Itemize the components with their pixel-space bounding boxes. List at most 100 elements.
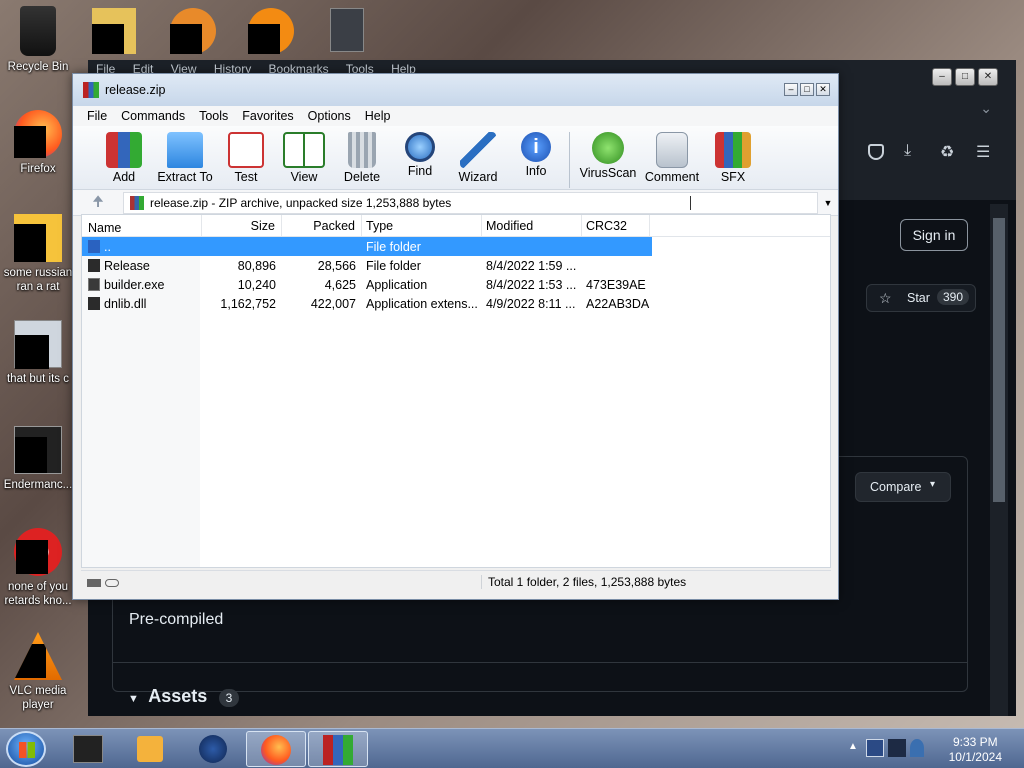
menu-commands[interactable]: Commands	[121, 109, 185, 123]
triangle-down-icon: ▼	[128, 693, 139, 705]
taskbar-winrar[interactable]	[308, 731, 368, 767]
maximize-icon[interactable]: □	[800, 83, 814, 96]
add-button[interactable]: Add	[95, 132, 153, 189]
column-crc32[interactable]: CRC32	[582, 215, 650, 236]
table-row[interactable]: Release 80,896 28,566 File folder 8/4/20…	[82, 256, 830, 275]
taskbar-media-player[interactable]	[120, 731, 180, 767]
column-name[interactable]: Name	[82, 215, 202, 236]
desktop-icon-folder[interactable]	[92, 8, 136, 54]
column-size[interactable]: Size	[202, 215, 282, 236]
scrollbar[interactable]	[990, 204, 1008, 716]
virusscan-button[interactable]: VirusScan	[576, 132, 640, 189]
column-packed[interactable]: Packed	[282, 215, 362, 236]
menu-favorites[interactable]: Favorites	[242, 109, 293, 123]
hamburger-menu-icon[interactable]: ☰	[976, 142, 990, 162]
star-label: Star	[907, 291, 930, 305]
file-type: Application	[366, 277, 428, 292]
test-button[interactable]: Test	[217, 132, 275, 189]
file-stack-icon	[14, 320, 62, 369]
desktop-icon-label: some russian ran a rat	[3, 267, 73, 293]
up-arrow-icon[interactable]: 🠉	[73, 191, 123, 215]
menu-options[interactable]: Options	[308, 109, 351, 123]
column-modified[interactable]: Modified	[482, 215, 582, 236]
menu-file[interactable]: File	[87, 109, 107, 123]
tool-label: VirusScan	[579, 166, 637, 180]
network-icon[interactable]	[866, 739, 884, 757]
minimize-icon[interactable]: –	[784, 83, 798, 96]
table-row[interactable]: builder.exe 10,240 4,625 Application 8/4…	[82, 275, 830, 294]
desktop-icon-recycle-bin[interactable]: Recycle Bin	[0, 6, 76, 74]
taskbar-explorer[interactable]	[58, 731, 118, 767]
checklist-icon	[228, 132, 264, 168]
minimize-icon[interactable]: –	[932, 68, 952, 86]
maximize-icon[interactable]: □	[955, 68, 975, 86]
wizard-button[interactable]: Wizard	[449, 132, 507, 189]
delete-button[interactable]: Delete	[333, 132, 391, 189]
file-type: Application extens...	[366, 296, 478, 311]
taskbar-firefox[interactable]	[246, 731, 306, 767]
tray-expand-icon[interactable]: ▲	[848, 741, 858, 752]
table-row[interactable]: dnlib.dll 1,162,752 422,007 Application …	[82, 294, 830, 313]
windows-logo-icon	[19, 742, 35, 758]
desktop-icon-document[interactable]	[330, 8, 364, 52]
desktop-icon-that-but[interactable]: that but its c	[0, 320, 76, 386]
file-icon	[14, 214, 62, 262]
download-icon[interactable]: ⤓	[904, 142, 911, 160]
star-button[interactable]: ☆ Star 390	[866, 284, 976, 312]
close-icon[interactable]: ✕	[978, 68, 998, 86]
taskbar: ▲ 9:33 PM 10/1/2024	[0, 728, 1024, 768]
virus-icon	[592, 132, 624, 164]
taskbar-ie[interactable]	[183, 731, 243, 767]
file-name: ..	[104, 239, 111, 254]
desktop-icon-media[interactable]	[248, 8, 294, 54]
sfx-button[interactable]: SFX	[704, 132, 762, 189]
close-icon[interactable]: ✕	[816, 83, 830, 96]
find-button[interactable]: Find	[391, 132, 449, 189]
file-modified: 4/9/2022 8:11 ...	[486, 296, 576, 311]
menu-help[interactable]: Help	[365, 109, 391, 123]
star-icon: ☆	[879, 290, 892, 306]
comment-button[interactable]: Comment	[640, 132, 704, 189]
drive-icon[interactable]	[87, 578, 101, 587]
extract-to-button[interactable]: Extract To	[153, 132, 217, 189]
extensions-icon[interactable]: ♻	[940, 142, 954, 162]
menu-tools[interactable]: Tools	[199, 109, 228, 123]
star-count: 390	[937, 289, 970, 305]
desktop-icon-label: VLC media player	[9, 685, 67, 711]
desktop-icon-label: Recycle Bin	[7, 61, 69, 73]
action-center-icon[interactable]	[910, 739, 924, 757]
sign-in-button[interactable]: Sign in	[900, 219, 968, 251]
table-row[interactable]: .. File folder	[82, 237, 652, 256]
path-field[interactable]: release.zip - ZIP archive, unpacked size…	[123, 191, 818, 214]
tool-label: SFX	[720, 170, 746, 184]
tool-label: Info	[525, 164, 547, 178]
app-icon	[14, 528, 62, 576]
volume-icon[interactable]	[888, 739, 906, 757]
desktop-icon-endermanch[interactable]: Endermanc...	[0, 426, 76, 492]
globe-icon	[199, 735, 227, 763]
desktop-icon-app[interactable]	[170, 8, 216, 54]
chevron-down-icon[interactable]: ⌄	[980, 100, 992, 117]
desktop-icon-russian-rat[interactable]: some russian ran a rat	[0, 214, 76, 294]
info-button[interactable]: i Info	[507, 132, 565, 189]
key-icon[interactable]	[105, 578, 119, 587]
desktop-icon-vlc[interactable]: VLC media player	[0, 632, 76, 712]
desktop-icon-none-of-you[interactable]: none of you retards kno...	[0, 528, 76, 608]
column-type[interactable]: Type	[362, 215, 482, 236]
scrollbar-thumb[interactable]	[993, 218, 1005, 502]
desktop-icon-firefox[interactable]: Firefox	[0, 110, 76, 176]
view-button[interactable]: View	[275, 132, 333, 189]
trash-icon	[348, 132, 376, 168]
title-bar[interactable]: release.zip – □ ✕	[73, 74, 838, 106]
tool-label: Wizard	[458, 170, 498, 184]
desktop-icon-label: that but its c	[6, 373, 69, 385]
assets-header[interactable]: ▼ Assets 3	[128, 686, 240, 707]
path-dropdown-icon[interactable]: ▼	[818, 198, 838, 208]
magnifier-icon	[405, 132, 435, 162]
folder-icon	[167, 132, 203, 168]
exe-file-icon	[88, 278, 100, 291]
clock[interactable]: 9:33 PM 10/1/2024	[949, 735, 1002, 765]
pocket-icon[interactable]	[868, 144, 884, 160]
start-button[interactable]	[6, 731, 46, 767]
desktop-icon-label: Endermanc...	[3, 479, 73, 491]
